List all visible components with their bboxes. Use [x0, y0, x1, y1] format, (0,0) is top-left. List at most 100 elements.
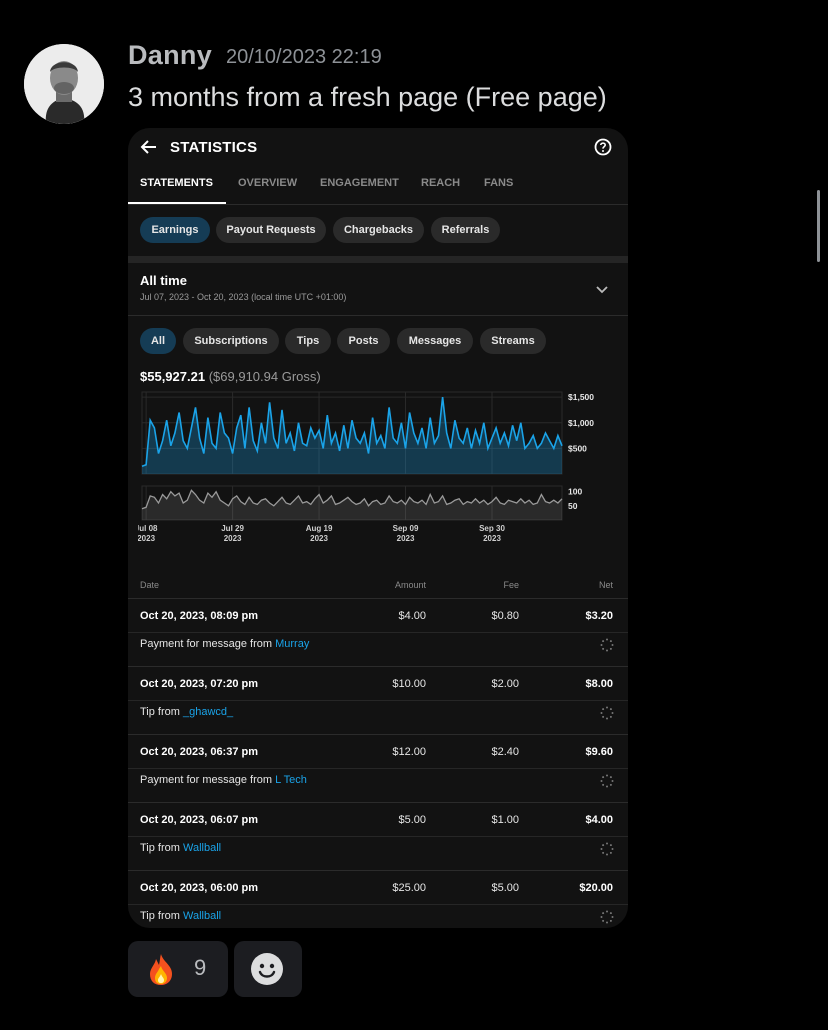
row-divider	[128, 768, 628, 769]
add-reaction-button[interactable]	[234, 941, 302, 997]
chip-messages[interactable]: Messages	[397, 328, 473, 354]
transaction-row[interactable]: Oct 20, 2023, 06:07 pm $5.00 $1.00 $4.00 Tip…	[128, 802, 628, 871]
transaction-amount: $10.00	[392, 678, 426, 690]
transaction-date: Oct 20, 2023, 06:37 pm	[140, 746, 259, 758]
chip-tips[interactable]: Tips	[285, 328, 331, 354]
col-header-date: Date	[140, 580, 160, 590]
chip-streams[interactable]: Streams	[480, 328, 546, 354]
transaction-net: $8.00	[585, 678, 613, 690]
transaction-description: Tip from Wallball	[140, 910, 221, 922]
sender-link[interactable]: Wallball	[183, 910, 221, 922]
chip-earnings[interactable]: Earnings	[140, 217, 210, 243]
transaction-desc-text: Tip from	[140, 706, 183, 718]
sender-link[interactable]: Murray	[275, 638, 309, 650]
count-tick-label: 100	[568, 487, 582, 497]
transaction-fee: $0.80	[491, 610, 519, 622]
chip-payout-requests[interactable]: Payout Requests	[216, 217, 326, 243]
sender-link[interactable]: L Tech	[275, 774, 307, 786]
active-tab-indicator	[128, 202, 226, 204]
x-tick-label: Sep 30	[479, 524, 505, 533]
tab-engagement[interactable]: ENGAGEMENT	[320, 177, 399, 189]
transaction-desc-text: Tip from	[140, 910, 183, 922]
reaction-fire[interactable]: 9	[128, 941, 228, 997]
transaction-fee: $2.00	[491, 678, 519, 690]
add-reaction-icon	[250, 952, 284, 991]
app-header: STATISTICS	[128, 128, 628, 168]
transaction-desc-text: Payment for message from	[140, 638, 276, 650]
transaction-net: $3.20	[585, 610, 613, 622]
period-title: All time	[140, 273, 187, 288]
chip-chargebacks[interactable]: Chargebacks	[333, 217, 424, 243]
back-arrow-icon[interactable]	[140, 138, 158, 161]
period-range: Jul 07, 2023 - Oct 20, 2023 (local time …	[140, 292, 347, 302]
transaction-date: Oct 20, 2023, 08:09 pm	[140, 610, 259, 622]
period-selector[interactable]: All time Jul 07, 2023 - Oct 20, 2023 (lo…	[128, 263, 628, 316]
transaction-description: Payment for message from Murray	[140, 638, 309, 650]
page-title: STATISTICS	[170, 139, 258, 156]
tab-overview[interactable]: OVERVIEW	[238, 177, 297, 189]
loading-spinner-icon	[600, 638, 614, 657]
transaction-fee: $5.00	[491, 882, 519, 894]
transaction-amount: $25.00	[392, 882, 426, 894]
tab-fans[interactable]: FANS	[484, 177, 513, 189]
transaction-fee: $2.40	[491, 746, 519, 758]
chip-posts[interactable]: Posts	[337, 328, 390, 354]
loading-spinner-icon	[600, 910, 614, 928]
y-tick-label: $500	[568, 443, 587, 453]
x-tick-year: 2023	[483, 534, 501, 543]
loading-spinner-icon	[600, 706, 614, 725]
transaction-row[interactable]: Oct 20, 2023, 06:00 pm $25.00 $5.00 $20.00 T…	[128, 870, 628, 928]
tab-bar: STATEMENTS OVERVIEW ENGAGEMENT REACH FAN…	[128, 170, 628, 205]
transaction-amount: $4.00	[398, 610, 426, 622]
x-tick-label: Jul 29	[221, 524, 244, 533]
chip-subscriptions[interactable]: Subscriptions	[183, 328, 279, 354]
y-tick-label: $1,000	[568, 418, 594, 428]
transaction-net: $20.00	[579, 882, 613, 894]
transaction-row[interactable]: Oct 20, 2023, 08:09 pm $4.00 $0.80 $3.20 Pay…	[128, 598, 628, 667]
transaction-row[interactable]: Oct 20, 2023, 07:20 pm $10.00 $2.00 $8.00 Ti…	[128, 666, 628, 735]
sender-link[interactable]: Wallball	[183, 842, 221, 854]
transaction-description: Tip from _ghawcd_	[140, 706, 233, 718]
message-text: 3 months from a fresh page (Free page)	[128, 82, 607, 112]
chevron-down-icon[interactable]	[595, 282, 609, 301]
transaction-desc-text: Tip from	[140, 842, 183, 854]
section-divider	[128, 256, 628, 263]
row-divider	[128, 700, 628, 701]
avatar[interactable]	[24, 44, 104, 124]
help-icon[interactable]	[594, 138, 612, 161]
x-tick-year: 2023	[138, 534, 156, 543]
tab-statements[interactable]: STATEMENTS	[140, 177, 213, 189]
reaction-count: 9	[194, 955, 207, 980]
username[interactable]: Danny	[128, 40, 212, 71]
transaction-amount: $12.00	[392, 746, 426, 758]
tab-reach[interactable]: REACH	[421, 177, 460, 189]
chip-all[interactable]: All	[140, 328, 176, 354]
x-tick-label: Jul 08	[138, 524, 158, 533]
x-tick-label: Aug 19	[306, 524, 333, 533]
transaction-description: Tip from Wallball	[140, 842, 221, 854]
col-header-net: Net	[598, 580, 613, 590]
transaction-date: Oct 20, 2023, 06:00 pm	[140, 882, 259, 894]
transaction-net: $9.60	[585, 746, 613, 758]
scrollbar[interactable]	[817, 190, 820, 262]
x-tick-year: 2023	[224, 534, 242, 543]
transaction-net: $4.00	[585, 814, 613, 826]
attached-screenshot[interactable]: STATISTICS STATEMENTS OVERVIEW ENGAGEMEN…	[128, 128, 628, 928]
x-tick-label: Sep 09	[393, 524, 419, 533]
net-total: $55,927.21	[140, 369, 206, 384]
count-tick-label: 50	[568, 501, 578, 511]
transaction-description: Payment for message from L Tech	[140, 774, 307, 786]
loading-spinner-icon	[600, 774, 614, 793]
transaction-row[interactable]: Oct 20, 2023, 06:37 pm $12.00 $2.40 $9.60 Pa…	[128, 734, 628, 803]
sender-link[interactable]: _ghawcd_	[183, 706, 233, 718]
earnings-total: $55,927.21 ($69,910.94 Gross)	[140, 369, 321, 384]
y-tick-label: $1,500	[568, 392, 594, 402]
row-divider	[128, 632, 628, 633]
chip-referrals[interactable]: Referrals	[431, 217, 500, 243]
x-tick-year: 2023	[397, 534, 415, 543]
loading-spinner-icon	[600, 842, 614, 861]
col-header-fee: Fee	[503, 580, 519, 590]
earnings-chart[interactable]: Jul 082023Jul 292023Aug 192023Sep 092023…	[138, 390, 618, 550]
transaction-desc-text: Payment for message from	[140, 774, 276, 786]
x-tick-year: 2023	[310, 534, 328, 543]
